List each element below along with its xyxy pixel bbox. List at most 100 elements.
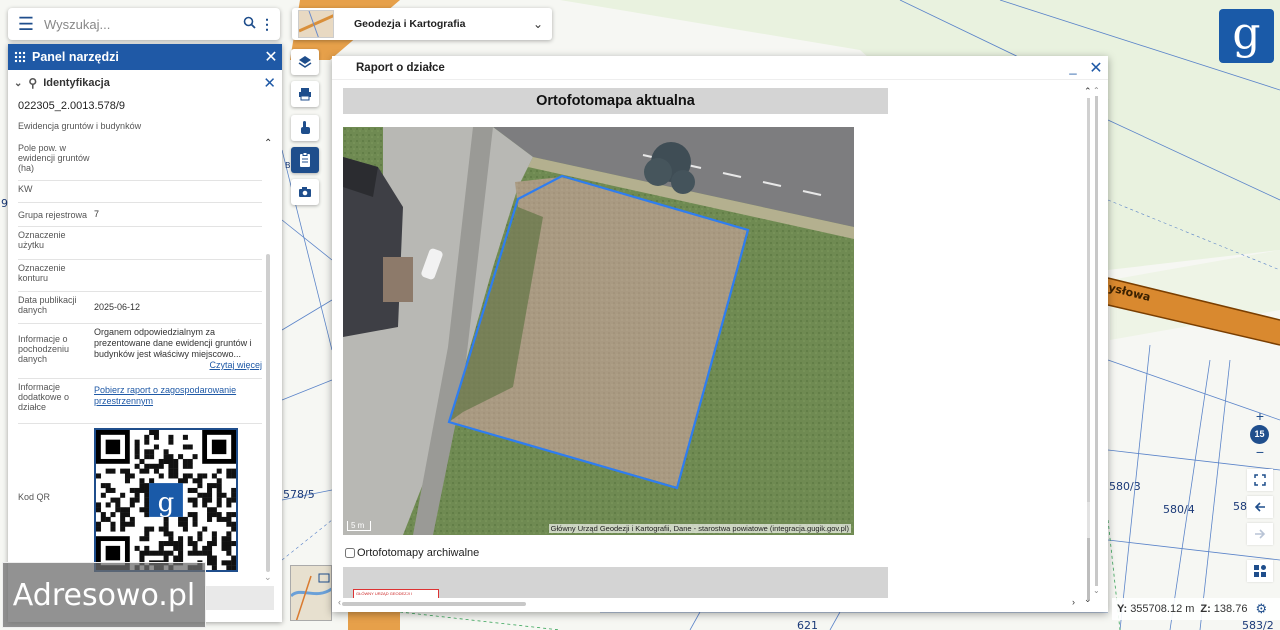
chevron-left-icon[interactable]: ‹: [338, 597, 341, 607]
clipboard-icon: [300, 152, 310, 167]
section-heading: Ortofotomapa aktualna: [343, 88, 888, 114]
watermark: Adresowo.pl: [2, 562, 206, 628]
tool-panel: Panel narzędzi ✕ ⌄ ⚲ Identyfikacja ✕ 022…: [8, 44, 282, 622]
scroll-thumb[interactable]: [1087, 98, 1090, 502]
panel-header: Panel narzędzi ✕: [8, 44, 282, 70]
orthophoto-image[interactable]: 5 m Główny Urząd Geodezji i Kartografii,…: [343, 127, 854, 535]
row-key: Pole pow. w ewidencji gruntów (ha): [18, 143, 90, 173]
layer-thumbnail: [298, 10, 334, 38]
parcel-label: 9: [1, 197, 8, 210]
chevron-down-icon[interactable]: ⌄: [264, 572, 272, 583]
parcel-label: 621: [797, 619, 818, 630]
y-value: 355708.12 m: [1130, 603, 1195, 615]
report-scrollbar[interactable]: ⌃ ⌄: [1084, 86, 1092, 604]
row-value: 7: [94, 209, 100, 219]
archive-checkbox[interactable]: [345, 548, 355, 558]
minimize-icon[interactable]: _: [1062, 60, 1084, 75]
search-bar: ☰ ⋮: [8, 8, 280, 40]
chevron-up-icon[interactable]: ⌃: [264, 138, 272, 149]
menu-icon[interactable]: ☰: [8, 14, 44, 35]
report-window: Raport o działce _ ✕ Ortofotomapa aktual…: [332, 56, 1108, 612]
zoom-in-button[interactable]: +: [1247, 405, 1273, 427]
close-icon[interactable]: ✕: [263, 74, 276, 92]
parcel-label: 580/4: [1163, 503, 1195, 516]
next-section-preview: GŁÓWNY URZĄD GEODEZJI I KARTOGRAFII: [343, 567, 888, 598]
close-icon[interactable]: ✕: [260, 47, 282, 67]
chevron-right-icon[interactable]: ›: [1072, 597, 1075, 607]
fullscreen-button[interactable]: [1247, 469, 1273, 491]
layers-button[interactable]: [291, 49, 319, 75]
row-value: [94, 181, 262, 202]
close-icon[interactable]: ✕: [1084, 58, 1108, 78]
table-row: Informacje o pochodzeniu danych Organem …: [18, 324, 262, 379]
scale-bar: 5 m: [347, 521, 372, 531]
camera-button[interactable]: [291, 179, 319, 205]
read-more-link[interactable]: Czytaj więcej: [94, 360, 262, 371]
grid-icon: [14, 51, 26, 63]
qr-code: g: [94, 428, 238, 572]
locate-button[interactable]: [1247, 560, 1273, 582]
search-icon[interactable]: [238, 16, 260, 32]
parcel-label: 583/2: [1242, 619, 1274, 630]
table-row: Oznaczenie konturu: [18, 260, 262, 292]
forward-button[interactable]: [1247, 523, 1273, 545]
print-icon: [299, 88, 311, 101]
back-button[interactable]: [1247, 496, 1273, 518]
chevron-down-icon[interactable]: ⌄: [524, 17, 552, 31]
attribute-table: Pole pow. w ewidencji gruntów (ha) KW Gr…: [18, 140, 262, 574]
more-options-icon[interactable]: ⋮: [260, 16, 274, 33]
row-key: Oznaczenie użytku: [18, 230, 66, 250]
svg-text:g: g: [158, 488, 175, 518]
gear-icon[interactable]: ⚙: [1255, 601, 1267, 617]
table-row: Data publikacji danych 2025-06-12: [18, 292, 262, 324]
parcel-source: Ewidencja gruntów i budynków: [18, 121, 142, 131]
chevron-up-icon[interactable]: ⌃: [1093, 86, 1100, 95]
row-value: 2025-06-12: [94, 302, 141, 312]
row-value: g: [94, 424, 262, 574]
layer-selector[interactable]: Geodezja i Kartografia ⌄: [292, 8, 552, 40]
horizontal-scrollbar[interactable]: ‹ ›: [338, 597, 1088, 608]
camera-icon: [299, 187, 311, 197]
row-key: KW: [18, 184, 33, 194]
row-key: Kod QR: [18, 492, 51, 502]
download-report-link[interactable]: Pobierz raport o zagospodarowanie przest…: [94, 385, 236, 406]
parcel-label: 580/3: [1109, 480, 1141, 493]
table-row: Oznaczenie użytku: [18, 227, 262, 260]
z-label: Z:: [1200, 603, 1211, 615]
hand-pointer-icon: [301, 121, 310, 134]
scroll-thumb-lower[interactable]: [1087, 538, 1090, 600]
h-scroll-thumb[interactable]: [342, 602, 526, 606]
fullscreen-icon: [1254, 474, 1266, 486]
identify-button[interactable]: [291, 115, 319, 141]
identification-header[interactable]: ⌄ ⚲ Identyfikacja ✕: [8, 70, 282, 96]
layers-icon: [298, 56, 312, 68]
orthophoto-graphic: [343, 127, 854, 535]
qr-code-pattern: g: [96, 430, 237, 571]
table-row: Grupa rejestrowa 7: [18, 203, 262, 227]
row-key: Informacje o pochodzeniu danych: [18, 334, 70, 364]
outer-scrollbar[interactable]: ⌃ ⌄: [1093, 86, 1100, 596]
zoom-out-button[interactable]: −: [1247, 441, 1273, 463]
table-row: Informacje dodatkowe o działce Pobierz r…: [18, 379, 262, 424]
arrow-right-icon: [1255, 529, 1266, 539]
gugik-stamp: GŁÓWNY URZĄD GEODEZJI I KARTOGRAFII: [353, 589, 439, 598]
table-row: Pole pow. w ewidencji gruntów (ha): [18, 140, 262, 181]
report-button[interactable]: [291, 147, 319, 173]
chevron-down-icon[interactable]: ⌄: [1093, 586, 1100, 595]
search-input[interactable]: [44, 16, 238, 32]
parcel-label: B: [285, 161, 291, 170]
arrow-left-icon: [1254, 502, 1265, 512]
gugik-logo[interactable]: g: [1219, 9, 1274, 63]
chevron-up-icon[interactable]: ⌃: [1084, 86, 1092, 97]
archive-checkbox-row[interactable]: Ortofotomapy archiwalne: [345, 547, 479, 559]
parcel-label: 58: [1233, 500, 1247, 513]
minimap[interactable]: [290, 565, 332, 621]
print-button[interactable]: [291, 81, 319, 107]
chevron-down-icon[interactable]: ⌄: [14, 78, 22, 89]
report-title: Raport o działce: [356, 61, 445, 74]
row-value: [94, 260, 262, 291]
row-key: Informacje dodatkowe o działce: [18, 382, 70, 412]
panel-scrollbar[interactable]: [266, 254, 270, 572]
search-icon: ⚲: [28, 76, 38, 90]
row-value: [94, 227, 262, 259]
